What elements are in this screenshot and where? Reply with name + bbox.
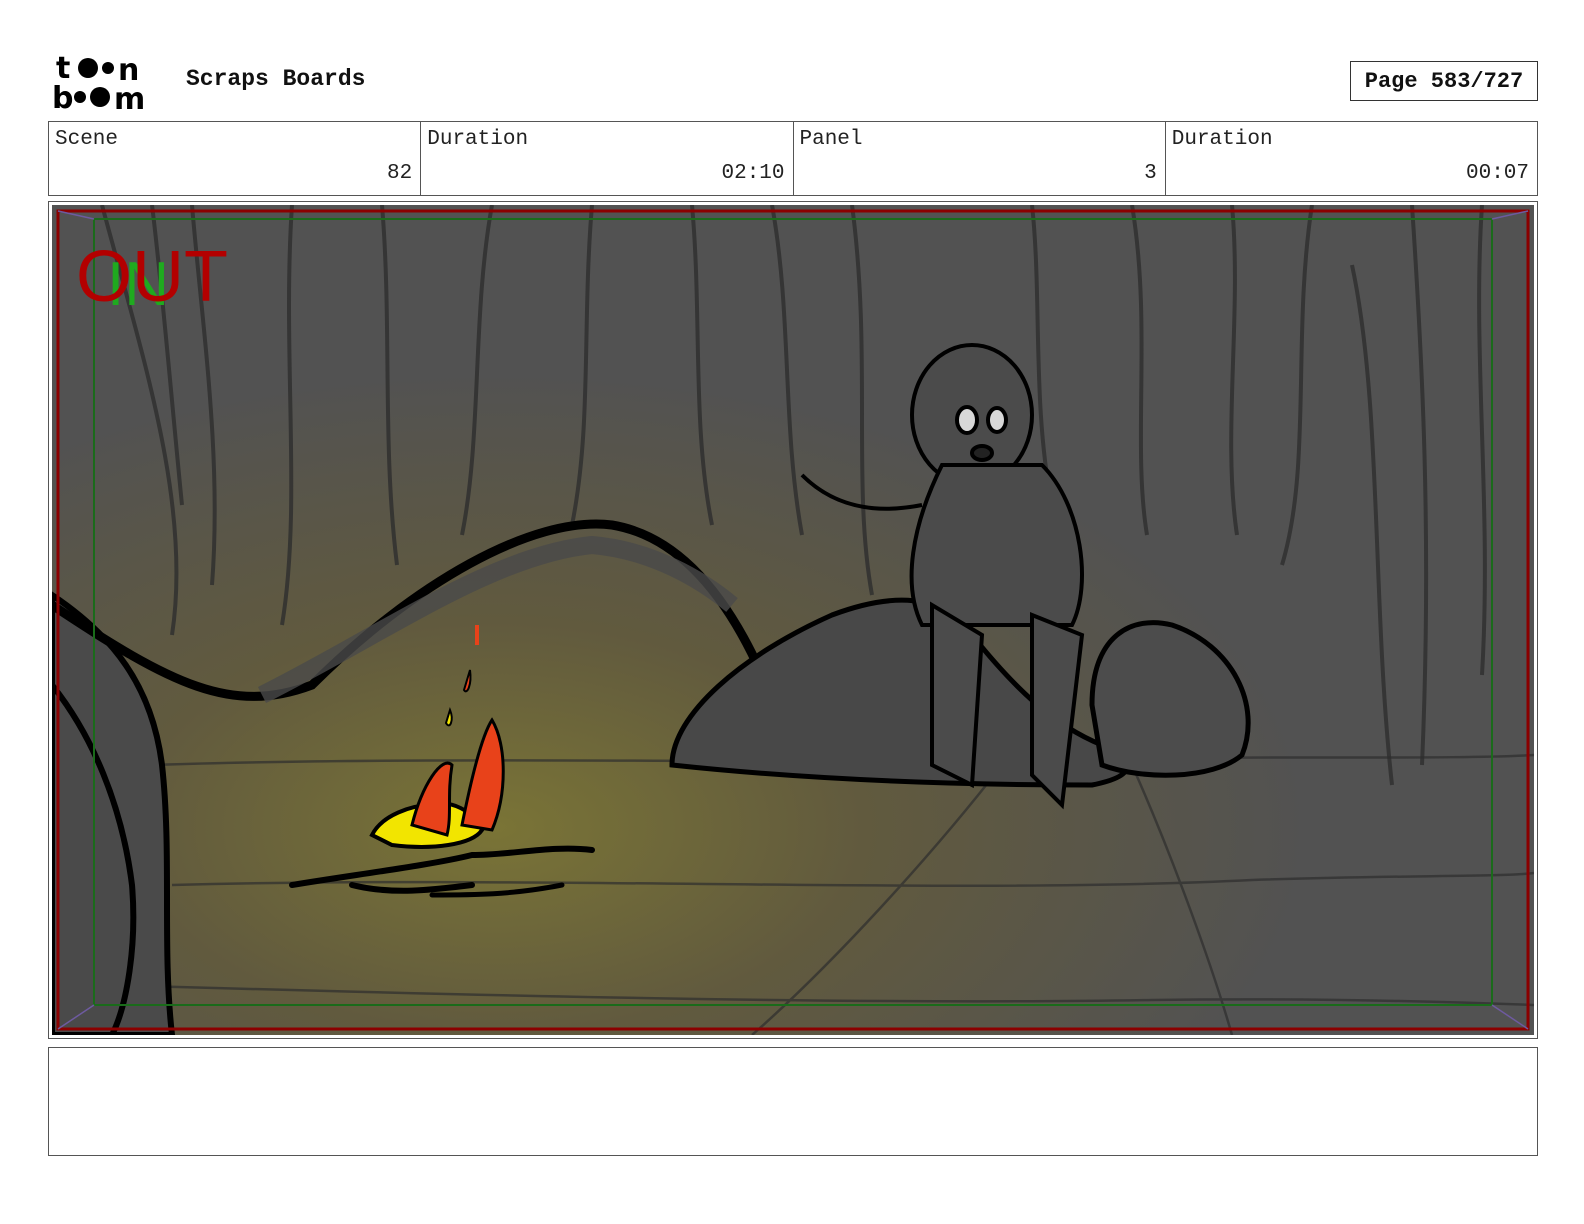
project-title: Scraps Boards [186, 66, 366, 92]
scene-cell: Scene 82 [49, 122, 422, 195]
panel-background [52, 205, 1534, 1035]
panel-duration-cell: Duration 00:07 [1166, 122, 1537, 195]
panel-duration-label: Duration [1171, 128, 1273, 151]
scene-duration-cell: Duration 02:10 [421, 122, 794, 195]
svg-text:b: b [52, 81, 73, 110]
panel-label: Panel [799, 128, 863, 151]
scene-duration-label: Duration [427, 128, 529, 151]
scene-duration-value: 02:10 [721, 162, 785, 185]
scene-value: 82 [387, 162, 413, 185]
panel-duration-value: 00:07 [1465, 162, 1529, 185]
panel-info-row: Scene 82 Duration 02:10 Panel 3 Duration… [48, 121, 1538, 196]
panel-cell: Panel 3 [794, 122, 1166, 195]
storyboard-panel-drawing: IN OUT [52, 205, 1534, 1035]
panel-value: 3 [1144, 162, 1157, 185]
svg-text:m: m [114, 82, 145, 110]
out-overlay: OUT [76, 237, 228, 317]
toon-boom-logo: t n b m [52, 52, 145, 110]
scene-label: Scene [55, 128, 119, 151]
page-indicator: Page 583/727 [1350, 61, 1538, 101]
panel-notes-box [48, 1047, 1538, 1156]
